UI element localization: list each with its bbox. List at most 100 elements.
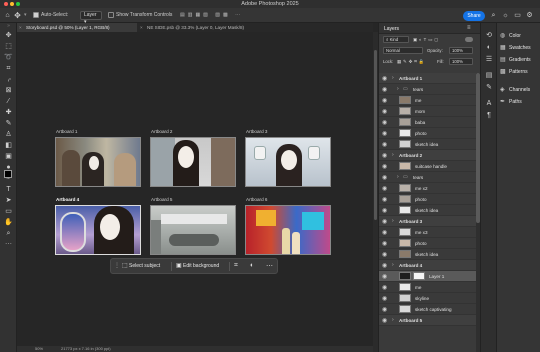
layer-thumbnail[interactable] <box>399 96 411 104</box>
hand-icon[interactable]: ✋ <box>2 218 15 227</box>
drag-handle-icon[interactable]: ⋮ <box>114 262 120 269</box>
layer-mask-thumbnail[interactable] <box>413 272 425 280</box>
layer-row[interactable]: ◉ me <box>379 282 476 293</box>
toolbar-grip-icon[interactable]: » <box>2 24 15 29</box>
properties-icon[interactable]: ☰ <box>484 55 494 64</box>
share-button[interactable]: Share <box>463 11 485 21</box>
visibility-eye-icon[interactable]: ◉ <box>382 163 387 170</box>
gradient-icon[interactable]: ▣ <box>2 152 15 161</box>
artboard-3-image[interactable] <box>245 137 331 187</box>
more-options-icon[interactable]: ⋯ <box>266 262 273 270</box>
visibility-eye-icon[interactable]: ◉ <box>382 86 387 93</box>
layer-thumbnail[interactable] <box>399 228 411 236</box>
character-icon[interactable]: A <box>484 99 494 108</box>
eraser-icon[interactable]: ◧ <box>2 141 15 150</box>
layer-row[interactable]: ◉ me x2 <box>379 183 476 194</box>
help-lightbulb-icon[interactable]: ☼ <box>501 11 510 20</box>
filter-icons[interactable]: ▣◐T▭◻ <box>413 37 440 43</box>
visibility-eye-icon[interactable]: ◉ <box>382 207 387 214</box>
edit-background-button[interactable]: ▣ Edit background <box>175 261 219 272</box>
layer-row[interactable]: ◉ photo <box>379 194 476 205</box>
visibility-eye-icon[interactable]: ◉ <box>382 141 387 148</box>
visibility-eye-icon[interactable]: ◉ <box>382 152 387 159</box>
settings-icon[interactable]: ⚙ <box>525 11 534 20</box>
artboard-label[interactable]: Artboard 1 <box>56 129 77 134</box>
layer-thumbnail[interactable] <box>399 250 411 258</box>
layer-thumbnail[interactable] <box>399 294 411 302</box>
layer-thumbnail[interactable] <box>399 206 411 214</box>
layer-row[interactable]: ◉ sketch idea <box>379 139 476 150</box>
scrollbar-thumb[interactable] <box>374 50 377 220</box>
select-subject-button[interactable]: ⬚ Select subject <box>121 261 160 272</box>
expand-chevron-icon[interactable]: › <box>397 86 399 92</box>
layer-thumbnail[interactable] <box>399 239 411 247</box>
filter-toggle[interactable] <box>465 37 473 42</box>
layer-row[interactable]: ◉ sketch idea <box>379 249 476 260</box>
layer-row[interactable]: ◉ sketch idea <box>379 205 476 216</box>
move-icon[interactable]: ✥ <box>2 31 15 40</box>
visibility-eye-icon[interactable]: ◉ <box>382 130 387 137</box>
fill-field[interactable]: 100% <box>449 58 473 65</box>
zoom-level[interactable]: 50% <box>35 346 43 352</box>
expand-chevron-icon[interactable]: › <box>392 317 394 323</box>
visibility-eye-icon[interactable]: ◉ <box>382 218 387 225</box>
history-icon[interactable]: ⟲ <box>484 31 494 40</box>
brush-icon[interactable]: ✎ <box>2 119 15 128</box>
artboard-label[interactable]: Artboard 3 <box>246 129 267 134</box>
type-icon[interactable]: T <box>2 185 15 194</box>
artboard-label[interactable]: Artboard 4 <box>56 197 79 202</box>
opacity-field[interactable]: 100% <box>449 47 473 54</box>
zoom-icon[interactable]: ⌕ <box>2 229 15 238</box>
visibility-eye-icon[interactable]: ◉ <box>382 284 387 291</box>
visibility-eye-icon[interactable]: ◉ <box>382 185 387 192</box>
visibility-eye-icon[interactable]: ◉ <box>382 75 387 82</box>
visibility-eye-icon[interactable]: ◉ <box>382 108 387 115</box>
visibility-eye-icon[interactable]: ◉ <box>382 295 387 302</box>
align-icons[interactable]: ▤▥▦▧ ▨▩ ⋯ <box>180 12 243 18</box>
brushes-icon[interactable]: ✎ <box>484 83 494 92</box>
expand-chevron-icon[interactable]: › <box>392 218 394 224</box>
visibility-eye-icon[interactable]: ◉ <box>382 240 387 247</box>
layer-thumbnail[interactable] <box>399 283 411 291</box>
layer-thumbnail[interactable] <box>399 184 411 192</box>
paragraph-icon[interactable]: ¶ <box>484 111 494 120</box>
visibility-eye-icon[interactable]: ◉ <box>382 174 387 181</box>
panel-menu-icon[interactable]: ≡ <box>467 25 471 31</box>
layer-group-row[interactable]: ◉ › Artboard 4 <box>379 260 476 271</box>
tool-preset-chevron-icon[interactable]: ▾ <box>24 12 27 18</box>
close-tab-icon[interactable]: × <box>140 23 143 32</box>
visibility-eye-icon[interactable]: ◉ <box>382 262 387 269</box>
visibility-eye-icon[interactable]: ◉ <box>382 196 387 203</box>
transform-icon[interactable]: ⌗ <box>234 262 238 270</box>
transform-controls-checkbox[interactable] <box>108 12 114 18</box>
expand-chevron-icon[interactable]: › <box>397 174 399 180</box>
crop-icon[interactable]: ⌌ <box>2 75 15 84</box>
foreground-color-swatch[interactable] <box>4 170 12 178</box>
expand-chevron-icon[interactable]: › <box>392 75 394 81</box>
canvas-area[interactable]: Artboard 1 Artboard 2 Artboard 3 Artboar… <box>30 32 373 352</box>
lock-icons[interactable]: ▦✎✥⌗🔒 <box>397 59 426 65</box>
layer-thumbnail[interactable] <box>399 129 411 137</box>
visibility-eye-icon[interactable]: ◉ <box>382 119 387 126</box>
layer-row[interactable]: ◉ › ▭ tears <box>379 172 476 183</box>
layer-row[interactable]: ◉ mom <box>379 106 476 117</box>
spot-heal-icon[interactable]: ✚ <box>2 108 15 117</box>
lasso-icon[interactable]: ➰ <box>2 53 15 62</box>
visibility-eye-icon[interactable]: ◉ <box>382 317 387 324</box>
layer-group-row[interactable]: ◉ › Artboard 2 <box>379 150 476 161</box>
layer-row[interactable]: ◉ baba <box>379 117 476 128</box>
object-select-icon[interactable]: ⌗ <box>2 64 15 73</box>
gradients-panel-tab[interactable]: ▤ Gradients <box>500 56 531 65</box>
channels-panel-tab[interactable]: ◈ Channels <box>500 86 530 95</box>
artboard-label[interactable]: Artboard 5 <box>151 197 172 202</box>
filter-kind-dropdown[interactable]: ⌕ Kind <box>383 36 409 43</box>
layer-row[interactable]: ◉ photo <box>379 238 476 249</box>
tab-storyboard[interactable]: × Storyboard.psd @ 50% (Layer 1, RGB/8) <box>17 23 137 32</box>
artboard-label[interactable]: Artboard 6 <box>246 197 267 202</box>
layer-row[interactable]: ◉ suitcase handle <box>379 161 476 172</box>
more-tools-icon[interactable]: ⋯ <box>2 240 15 249</box>
layer-row[interactable]: ◉ › ▭ tears <box>379 84 476 95</box>
layer-thumbnail[interactable] <box>399 107 411 115</box>
close-tab-icon[interactable]: × <box>19 23 22 32</box>
expand-chevron-icon[interactable]: › <box>392 152 394 158</box>
